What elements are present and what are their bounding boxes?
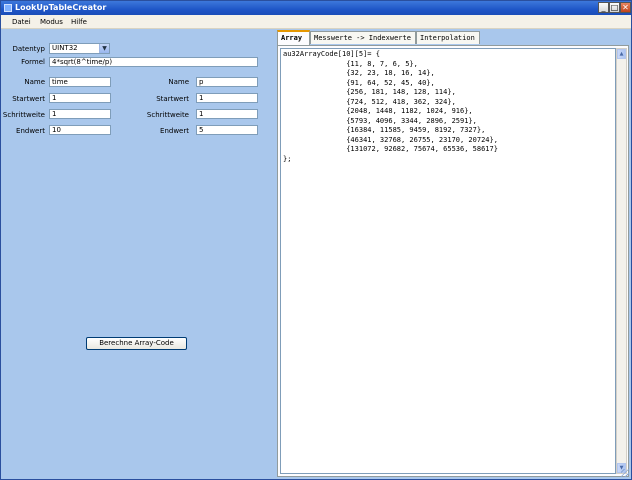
chevron-down-icon[interactable]: ▼	[99, 44, 109, 53]
right-startwert-label: Startwert	[156, 95, 189, 103]
right-endwert-input[interactable]: 5	[196, 125, 258, 135]
left-schrittweite-input[interactable]: 1	[49, 109, 111, 119]
left-endwert-input[interactable]: 10	[49, 125, 111, 135]
menu-bar: Datei Modus Hilfe	[1, 15, 631, 29]
app-window: LookUpTableCreator _ □ ✕ Datei Modus Hil…	[0, 0, 632, 480]
formel-input[interactable]: 4*sqrt(8^time/p)	[49, 57, 258, 67]
right-name-input[interactable]: p	[196, 77, 258, 87]
window-title: LookUpTableCreator	[15, 3, 107, 12]
datentyp-select[interactable]: UINT32 ▼	[49, 43, 110, 54]
tab-array[interactable]: Array	[277, 30, 310, 45]
left-startwert-label: Startwert	[12, 95, 45, 103]
right-name-label: Name	[168, 78, 189, 86]
tab-interpolation[interactable]: Interpolation	[416, 31, 480, 44]
resize-grip-icon[interactable]	[621, 469, 629, 477]
menu-datei[interactable]: Datei	[12, 18, 31, 26]
compute-array-code-button[interactable]: Berechne Array-Code	[86, 337, 187, 350]
left-schrittweite-label: Schrittweite	[2, 111, 45, 119]
menu-hilfe[interactable]: Hilfe	[71, 18, 87, 26]
scroll-up-icon[interactable]: ▲	[617, 49, 626, 59]
right-startwert-input[interactable]: 1	[196, 93, 258, 103]
datentyp-value: UINT32	[52, 44, 78, 52]
datentyp-label: Datentyp	[12, 45, 46, 53]
tab-panel-array: au32ArrayCode[10][5]= { {11, 8, 7, 6, 5}…	[277, 45, 629, 477]
formel-label: Formel	[21, 58, 45, 66]
menu-modus[interactable]: Modus	[40, 18, 63, 26]
tab-messwerte-indexwerte[interactable]: Messwerte -> Indexwerte	[310, 31, 416, 44]
left-name-label: Name	[24, 78, 45, 86]
left-endwert-label: Endwert	[16, 127, 45, 135]
minimize-button[interactable]: _	[598, 2, 609, 13]
array-code-output[interactable]: au32ArrayCode[10][5]= { {11, 8, 7, 6, 5}…	[280, 48, 616, 474]
vertical-scrollbar[interactable]: ▲ ▼	[616, 48, 627, 474]
app-icon	[4, 4, 12, 12]
left-name-input[interactable]: time	[49, 77, 111, 87]
right-schrittweite-label: Schrittweite	[146, 111, 189, 119]
right-schrittweite-input[interactable]: 1	[196, 109, 258, 119]
left-startwert-input[interactable]: 1	[49, 93, 111, 103]
close-button[interactable]: ✕	[620, 2, 631, 13]
title-bar[interactable]: LookUpTableCreator _ □ ✕	[1, 1, 631, 15]
maximize-button[interactable]: □	[609, 2, 620, 13]
right-endwert-label: Endwert	[160, 127, 189, 135]
